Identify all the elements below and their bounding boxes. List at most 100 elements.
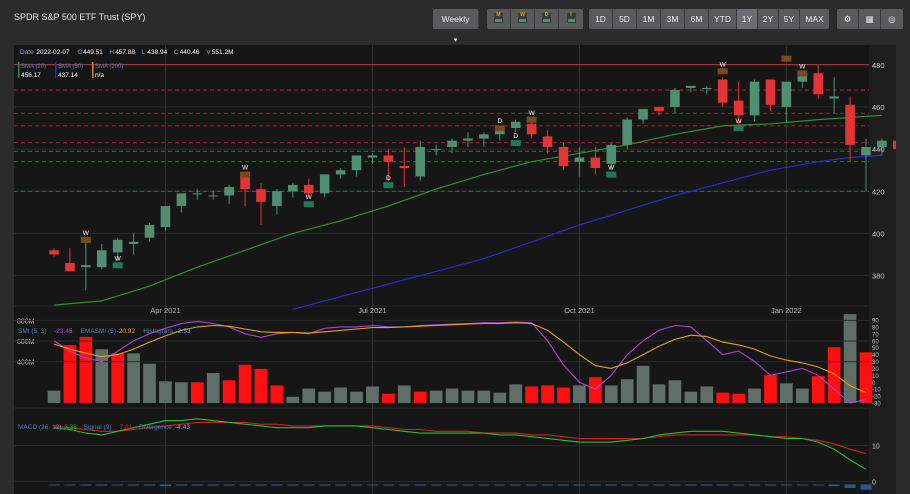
range-1d-button[interactable]: 1D <box>589 9 613 29</box>
divergence-bar <box>350 484 363 486</box>
volume-bar <box>557 387 570 403</box>
interval-label: Weekly <box>441 14 470 24</box>
layers-icon[interactable]: ◎ <box>881 9 903 29</box>
pattern-marker-badge <box>733 125 744 132</box>
volume-tick-label: 800M <box>17 318 35 325</box>
smi-legend-label: Histogram <box>143 328 173 335</box>
divergence-bar <box>733 484 745 486</box>
range-3m-button[interactable]: 3M <box>661 9 685 29</box>
divergence-bar <box>398 484 410 486</box>
pattern-marker-label: W <box>242 165 249 172</box>
macd-legend-label: MACD (26, 12) <box>18 424 61 431</box>
candle-body <box>877 140 887 147</box>
divergence-bar <box>303 484 315 486</box>
volume-bar <box>175 382 188 403</box>
page-title: SPDR S&P 500 ETF Trust (SPY) <box>14 12 146 22</box>
smi-tick-label: 20 <box>872 367 879 373</box>
volume-bar <box>79 336 93 403</box>
indicator-badge-icon: I <box>566 12 576 23</box>
divergence-bar <box>494 484 506 486</box>
divergence-bar <box>685 484 697 486</box>
pattern-marker-badge <box>383 182 394 189</box>
range-5d-button[interactable]: 5D <box>613 9 637 29</box>
indicator-label: M <box>496 12 501 18</box>
indicator-w-button[interactable]: W <box>511 9 535 29</box>
candle-body <box>272 191 282 207</box>
divergence-bar <box>812 484 824 486</box>
smi-tick-label: 30 <box>872 360 879 366</box>
interval-dropdown[interactable]: Weekly ▾ <box>433 9 479 44</box>
candle-body <box>399 165 410 169</box>
divergence-bar <box>780 484 792 486</box>
price-tick-label: 420 <box>872 187 885 196</box>
candle-body <box>335 170 346 175</box>
divergence-bar <box>207 484 219 486</box>
candle-body <box>845 104 855 145</box>
candle-body <box>81 265 91 268</box>
smi-tick-label: 70 <box>872 332 879 338</box>
volume-bar <box>159 381 172 403</box>
overlay-legend-value: 456.17 <box>21 72 41 79</box>
range-2y-button[interactable]: 2Y <box>758 9 779 29</box>
overlay-legend-label: SMA (20) <box>21 64 46 70</box>
smi-legend-value: -20.92 <box>117 328 136 335</box>
range-max-button[interactable]: MAX <box>800 9 829 29</box>
pattern-marker-badge <box>510 139 521 146</box>
x-axis-label: Jan 2022 <box>771 306 802 315</box>
volume-bar <box>47 390 61 403</box>
indicator-i-button[interactable]: I <box>559 9 583 29</box>
gear-icon[interactable]: ⚙ <box>837 9 859 29</box>
candle-body <box>447 140 457 147</box>
candle-body <box>781 81 792 107</box>
divergence-bar <box>637 484 649 486</box>
pattern-marker-badge <box>797 70 808 77</box>
range-6m-button[interactable]: 6M <box>685 9 709 29</box>
x-axis-label: Oct 2021 <box>564 306 594 315</box>
divergence-bar <box>80 484 92 486</box>
calculator-icon[interactable]: ▦ <box>859 9 881 29</box>
range-ytd-button[interactable]: YTD <box>709 9 737 29</box>
range-1m-button[interactable]: 1M <box>637 9 661 29</box>
indicator-label: I <box>570 12 572 18</box>
ohlc-info-text: 440.46 <box>180 49 200 56</box>
divergence-bar <box>239 484 251 486</box>
volume-bar <box>318 391 332 403</box>
stock-chart[interactable]: Apr 2021 Jul 2021 Oct 2021 Jan 202238040042… <box>14 45 896 494</box>
candle-body <box>574 157 585 162</box>
indicator-label: W <box>520 12 525 18</box>
candle-body <box>510 121 521 129</box>
pattern-marker-label: W <box>736 118 743 125</box>
volume-bar <box>254 368 268 403</box>
divergence-bar <box>462 484 474 486</box>
divergence-bar <box>510 484 522 486</box>
volume-bar <box>63 345 77 403</box>
candle-body <box>558 146 569 166</box>
pattern-marker-label: W <box>115 255 122 262</box>
indicator-m-button[interactable]: M <box>487 9 511 29</box>
pattern-marker-label: W <box>306 194 313 201</box>
volume-bar <box>190 382 204 403</box>
volume-bar <box>143 363 156 403</box>
candle-body <box>717 79 728 103</box>
smi-tick-label: 90 <box>872 319 879 325</box>
ohlc-info-text: O <box>77 49 82 56</box>
divergence-bar <box>382 484 394 486</box>
indicator-d-button[interactable]: D <box>535 9 559 29</box>
smi-tick-label: -20 <box>872 395 881 401</box>
pattern-marker-label: D <box>497 118 502 125</box>
pattern-marker-badge <box>494 125 505 132</box>
volume-tick-label: 600M <box>17 339 35 346</box>
volume-bar <box>780 383 793 403</box>
candle-body <box>686 85 696 88</box>
divergence-bar <box>319 484 331 486</box>
ohlc-info-text: V <box>206 49 211 56</box>
ohlc-info-text: 449.51 <box>83 49 103 56</box>
divergence-bar <box>717 484 729 486</box>
range-1y-button[interactable]: 1Y <box>737 9 758 29</box>
range-5y-button[interactable]: 5Y <box>779 9 800 29</box>
divergence-bar <box>414 484 426 486</box>
candle-body <box>622 119 632 145</box>
candle-body <box>224 187 234 196</box>
divergence-bar <box>366 484 379 486</box>
volume-bar <box>573 385 586 403</box>
